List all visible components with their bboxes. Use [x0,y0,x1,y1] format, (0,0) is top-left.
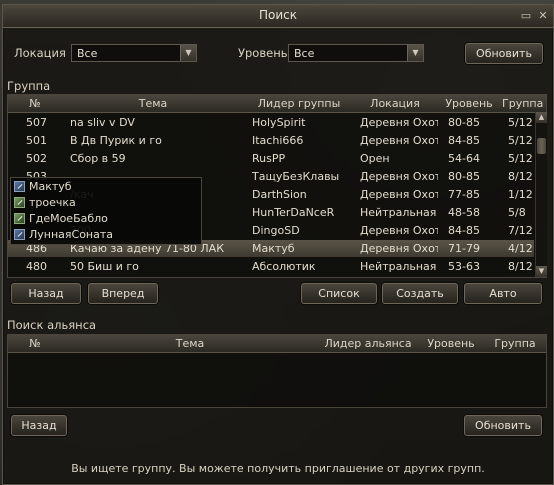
col-alliance-leader[interactable]: Лидер альянса [318,337,418,350]
table-row[interactable]: 507 na sliv v DV HolySpirit Деревня Охотн 80… [8,114,534,131]
cell-location: Деревня Охотн [360,134,438,147]
cell-party: 5/12 [508,152,533,165]
col-level[interactable]: Уровень [436,97,502,110]
cell-party: 5/8 [508,206,526,219]
window-title: Поиск [258,8,297,22]
level-select-value: Все [294,47,315,60]
cell-level: 48-58 [448,206,480,219]
member-icon [14,181,25,192]
cell-level: 80-85 [448,170,480,183]
popup-member-name: троечка [29,196,76,209]
cell-topic: В Дв Пурик и го [70,134,162,147]
cell-level: 77-85 [448,188,480,201]
cell-location: Нейтральная З [360,206,438,219]
cell-location: Деревня Охотн [360,170,438,183]
cell-level: 71-79 [448,242,480,255]
cell-party: 8/12 [508,170,533,183]
scroll-thumb[interactable] [537,138,546,154]
table-row[interactable]: 501 В Дв Пурик и го Itachi666 Деревня Охотн… [8,132,534,149]
cell-location: Деревня Охотн [360,188,438,201]
location-select-value: Все [77,47,98,60]
cell-level: 53-63 [448,260,480,273]
chevron-down-icon: ▼ [407,45,423,61]
group-back-button[interactable]: Назад [11,283,81,304]
cell-leader: DarthSion [252,188,307,201]
cell-location: Нейтральная З [360,260,438,273]
status-message: Вы ищете группу. Вы можете получить приг… [71,462,485,475]
cell-leader: HolySpirit [252,116,306,129]
popup-member-name: ГдеМоеБабло [29,212,108,225]
group-forward-button[interactable]: Вперед [88,283,158,304]
col-party[interactable]: Группа [484,337,546,350]
col-party[interactable]: Группа [502,97,543,110]
chevron-down-icon: ▼ [180,45,196,61]
alliance-section-label: Поиск альянса [7,318,97,332]
col-level[interactable]: Уровень [418,337,484,350]
group-table-header: № Тема Лидер группы Локация Уровень Груп… [8,95,546,113]
col-topic[interactable]: Тема [62,337,318,350]
level-label: Уровень [238,46,288,60]
cell-location: Орен [360,152,390,165]
cell-leader: Itachi666 [252,134,304,147]
cell-party: 1/12 [508,188,533,201]
group-section-label: Группа [7,79,51,93]
cell-leader: Мактуб [252,242,295,255]
cell-party: 7/12 [508,224,533,237]
cell-number: 480 [26,260,47,273]
cell-topic: 50 Биш и го [70,260,139,273]
member-icon [14,213,25,224]
cell-leader: ТащуБезКлавы [252,170,340,183]
minimize-icon[interactable]: ▭ [520,10,532,22]
cell-level: 84-85 [448,134,480,147]
member-icon [14,197,25,208]
location-label: Локация [14,46,66,60]
list-button[interactable]: Список [301,283,377,304]
col-location[interactable]: Локация [354,97,436,110]
table-row[interactable]: 502 Сбор в 59 RusPP Орен 54-64 5/12 [8,150,534,167]
popup-member-name: ЛуннаяСоната [29,228,114,241]
col-leader[interactable]: Лидер группы [244,97,354,110]
cell-level: 54-64 [448,152,480,165]
alliance-table: № Тема Лидер альянса Уровень Группа [7,334,547,408]
alliance-back-button[interactable]: Назад [11,415,67,436]
popup-member-name: Мактуб [29,180,72,193]
cell-number: 501 [26,134,47,147]
refresh-button[interactable]: Обновить [465,43,543,64]
cell-number: 502 [26,152,47,165]
cell-party: 5/12 [508,134,533,147]
cell-location: Деревня Охотн [360,242,438,255]
alliance-refresh-button[interactable]: Обновить [464,415,542,436]
search-window: Поиск ▭ ✕ Локация Все ▼ Уровень Все ▼ Об… [2,4,554,485]
col-number[interactable]: № [8,337,62,350]
close-icon[interactable]: ✕ [537,10,549,22]
cell-leader: DingoSD [252,224,300,237]
level-select[interactable]: Все ▼ [288,44,424,62]
title-bar[interactable]: Поиск ▭ ✕ [3,5,553,28]
cell-level: 80-85 [448,116,480,129]
scroll-down-icon[interactable]: ▼ [536,266,547,277]
party-member-popup: Мактуб троечка ГдеМоеБабло ЛуннаяСоната [10,177,202,245]
cell-leader: HunTerDaNceR [252,206,335,219]
cell-party: 4/12 [508,242,533,255]
table-row[interactable]: 480 50 Биш и го Абсолютик Нейтральная З 53-6… [8,258,534,275]
group-scrollbar[interactable]: ▲ ▼ [535,112,547,277]
create-button[interactable]: Создать [382,283,458,304]
cell-party: 8/12 [508,260,533,273]
alliance-table-header: № Тема Лидер альянса Уровень Группа [8,335,546,353]
cell-number: 507 [26,116,47,129]
cell-leader: RusPP [252,152,286,165]
cell-topic: na sliv v DV [70,116,135,129]
cell-party: 5/12 [508,116,533,129]
cell-location: Деревня Охотн [360,224,438,237]
cell-leader: Абсолютик [252,260,316,273]
col-number[interactable]: № [8,97,62,110]
cell-topic: Сбор в 59 [70,152,126,165]
auto-button[interactable]: Авто [464,283,542,304]
scroll-up-icon[interactable]: ▲ [536,112,547,123]
cell-location: Деревня Охотн [360,116,438,129]
col-topic[interactable]: Тема [62,97,244,110]
member-icon [14,229,25,240]
location-select[interactable]: Все ▼ [71,44,197,62]
cell-level: 84-85 [448,224,480,237]
